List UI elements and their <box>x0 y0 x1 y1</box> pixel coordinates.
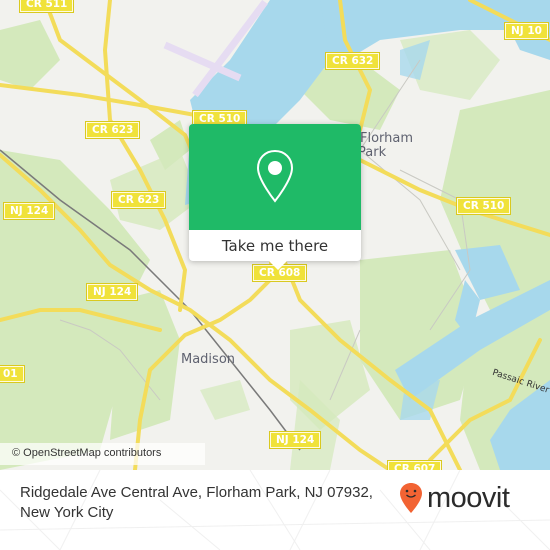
road-shield-cr607: CR 607 <box>386 460 443 470</box>
place-label-madison: Madison <box>181 352 236 367</box>
location-pin-icon <box>256 149 294 203</box>
road-shield-nj124: NJ 124 <box>2 202 56 220</box>
road-shield-cr601: 01 <box>0 365 25 383</box>
road-shield-cr511: CR 511 <box>18 0 75 13</box>
road-shield-nj124: NJ 124 <box>85 283 139 301</box>
place-label-florham: Florham <box>360 131 414 146</box>
take-me-there-button[interactable]: Take me there <box>189 230 361 261</box>
footer: Ridgedale Ave Central Ave, Florham Park,… <box>0 470 550 550</box>
road-shield-cr632: CR 632 <box>324 52 381 70</box>
moovit-pin-icon <box>400 482 422 513</box>
moovit-wordmark: moovit <box>427 482 510 514</box>
address-line-2: New York City <box>20 504 114 521</box>
road-shield-nj124: NJ 124 <box>268 431 322 449</box>
moovit-logo[interactable]: moovit <box>399 480 510 515</box>
road-shield-nj10: NJ 10 <box>504 22 549 40</box>
road-shield-cr623: CR 623 <box>84 121 141 139</box>
place-label-park: Park <box>358 145 387 160</box>
address-line-1: Ridgedale Ave Central Ave, Florham Park,… <box>20 484 373 501</box>
map-attribution[interactable]: © OpenStreetMap contributors <box>0 443 205 465</box>
road-shield-cr623: CR 623 <box>110 191 167 209</box>
popup-header <box>189 124 361 230</box>
popup-arrow <box>269 261 287 270</box>
map-view[interactable]: CR 511 CR 632 NJ 10 CR 510 CR 623 CR 623… <box>0 0 550 470</box>
location-popup[interactable]: Take me there <box>189 124 361 270</box>
address-text: Ridgedale Ave Central Ave, Florham Park,… <box>20 483 400 523</box>
road-shield-cr510: CR 510 <box>455 197 512 215</box>
